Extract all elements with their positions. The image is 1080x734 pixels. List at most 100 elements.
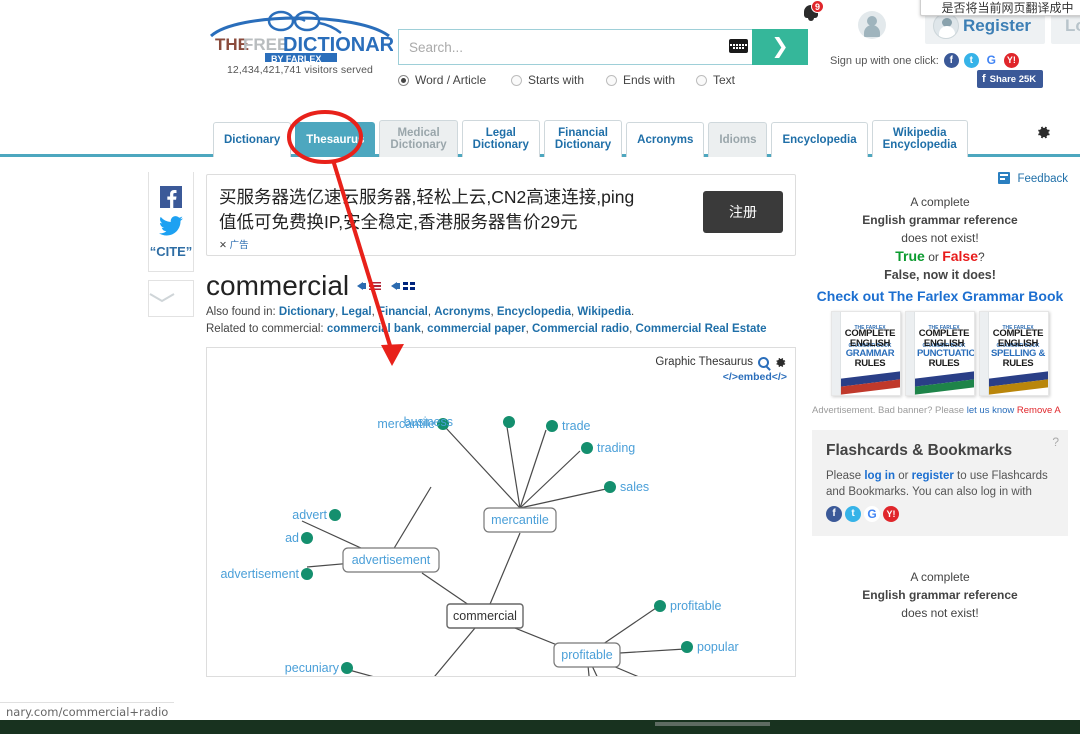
facebook-icon[interactable] [160,186,182,208]
speaker-uk-icon[interactable] [391,279,416,293]
thesaurus-graph[interactable]: business trade mercantile trading sales … [207,348,795,677]
link-commercial-paper[interactable]: commercial paper [427,323,525,335]
tab-encyclopedia[interactable]: Encyclopedia [771,122,868,157]
book-cover[interactable]: THE FARLEX GRAMMAR BOOK COMPLETE ENGLISH… [979,311,1049,396]
register-link[interactable]: register [912,470,954,482]
taskbar-segment [655,722,770,726]
keyboard-icon[interactable] [729,39,748,53]
google-icon[interactable]: G [983,53,999,68]
link-financial[interactable]: Financial [378,306,428,318]
link-dictionary[interactable]: Dictionary [279,306,335,318]
cite-button[interactable]: “CITE” [149,244,193,259]
book-cover[interactable]: THE FARLEX GRAMMAR BOOK COMPLETE ENGLISH… [905,311,975,396]
also-found-line: Also found in: Dictionary, Legal, Financ… [206,306,635,318]
svg-text:profitable: profitable [670,599,721,613]
promo-false: False [942,248,979,264]
graph-leaf-labels: business trade mercantile trading sales … [220,415,738,675]
us-flag-icon [369,282,382,290]
search-mode-radios: Word / Article Starts with Ends with Tex… [398,73,808,87]
tab-wikipedia-encyclopedia[interactable]: Wikipedia Encyclopedia [871,120,968,157]
promo-line-2: English grammar reference [862,213,1018,227]
link-encyclopedia[interactable]: Encyclopedia [497,306,571,318]
login-label: Log in [1065,16,1080,35]
link-commercial-radio[interactable]: Commercial radio [532,323,629,335]
radio-label: Word / Article [415,73,487,87]
right-sidebar: Feedback A complete English grammar refe… [812,172,1068,622]
let-us-know-link[interactable]: let us know [967,405,1015,416]
twitter-icon[interactable] [159,216,183,236]
related-line: Related to commercial: commercial bank, … [206,323,767,335]
radio-starts-with[interactable]: Starts with [511,73,606,87]
graphic-thesaurus-panel[interactable]: Graphic Thesaurus </>embed</> business t… [206,347,796,677]
uk-flag-icon [403,282,416,290]
radio-word-article[interactable]: Word / Article [398,73,511,87]
book-banner [915,371,974,395]
bell-clapper [808,18,814,21]
help-icon[interactable]: ? [1052,435,1059,449]
tab-idioms[interactable]: Idioms [708,122,768,157]
promo2-line-1: A complete [910,570,970,584]
speaker-us-icon[interactable] [357,279,382,293]
link-legal[interactable]: Legal [342,306,372,318]
ad-close-link[interactable]: ✕ 广告 [219,237,634,251]
ad-label: 广告 [229,240,249,251]
translate-prompt-bubble[interactable]: 是否将当前网页翻译成中 [920,0,1080,16]
svg-text:profitable: profitable [561,648,612,662]
page-content: “CITE” 买服务器选亿速云服务器,轻松上云,CN2高速连接,ping 值低可… [0,160,1080,708]
link-commercial-bank[interactable]: commercial bank [327,323,421,335]
translate-prompt-text: 是否将当前网页翻译成中 [941,1,1074,15]
tab-label-line1: Legal [485,127,516,139]
notifications-bell[interactable]: 9 [801,0,824,26]
tab-dictionary[interactable]: Dictionary [213,122,292,157]
settings-gear-icon[interactable] [1035,124,1052,141]
feedback-link[interactable]: Feedback [812,172,1068,185]
promo2-line-2: English grammar reference [862,588,1018,602]
yahoo-icon[interactable]: Y! [883,506,899,522]
radio-text[interactable]: Text [696,73,735,87]
logo-graphic: THE FREE DICTIONARY BY FARLEX [209,10,393,62]
facebook-share-button[interactable]: f Share 25K [977,70,1044,88]
browser-status-bar: nary.com/commercial+radio [0,702,175,720]
radio-label: Ends with [623,73,676,87]
svg-text:advertisement: advertisement [352,553,431,567]
tab-acronyms[interactable]: Acronyms [626,122,705,157]
link-acronyms[interactable]: Acronyms [434,306,490,318]
search-submit-button[interactable]: ❯ [752,29,808,65]
book-spine [906,312,915,395]
grammar-book-promo[interactable]: A complete English grammar reference doe… [812,193,1068,420]
promo-line-5: False, now it does! [884,268,996,282]
tab-thesaurus[interactable]: Thesaurus [295,122,376,157]
book-cover[interactable]: THE FARLEX GRAMMAR BOOK COMPLETE ENGLISH… [831,311,901,396]
link-commercial-real-estate[interactable]: Commercial Real Estate [636,323,767,335]
radio-label: Starts with [528,73,585,87]
facebook-icon[interactable]: f [943,53,959,68]
google-icon[interactable]: G [864,506,880,522]
tab-label-line2: Dictionary [554,139,612,151]
twitter-icon[interactable]: t [963,53,979,68]
ad-cta-button[interactable]: 注册 [703,191,783,233]
book-title-4: RULES [928,358,960,369]
login-link[interactable]: log in [864,470,895,482]
radio-ends-with[interactable]: Ends with [606,73,696,87]
twitter-icon[interactable]: t [845,506,861,522]
site-logo[interactable]: THE FREE DICTIONARY BY FARLEX 12,434,421… [205,6,395,76]
os-taskbar [0,720,1080,734]
speaker-body [396,283,401,289]
remove-ads-link[interactable]: Remove A [1017,405,1061,416]
grammar-book-promo-2[interactable]: A complete English grammar reference doe… [812,568,1068,622]
svg-text:ad: ad [285,531,299,545]
promo-cta-link[interactable]: Check out The Farlex Grammar Book [812,287,1068,305]
tab-label-line1: Medical [397,127,440,139]
svg-text:mercantile: mercantile [491,513,549,527]
radio-dot [696,74,707,86]
link-wikipedia[interactable]: Wikipedia [577,306,631,318]
yahoo-icon[interactable]: Y! [1003,53,1019,68]
expand-rail-button[interactable] [148,280,194,317]
tab-financial-dictionary[interactable]: Financial Dictionary [543,120,623,157]
facebook-icon[interactable]: f [826,506,842,522]
tab-medical-dictionary[interactable]: Medical Dictionary [379,120,458,157]
ad-banner[interactable]: 买服务器选亿速云服务器,轻松上云,CN2高速连接,ping 值低可免费换IP,安… [206,174,796,256]
visitors-count: 12,434,421,741 visitors served [226,64,373,76]
search-input[interactable] [398,29,752,65]
tab-legal-dictionary[interactable]: Legal Dictionary [461,120,540,157]
